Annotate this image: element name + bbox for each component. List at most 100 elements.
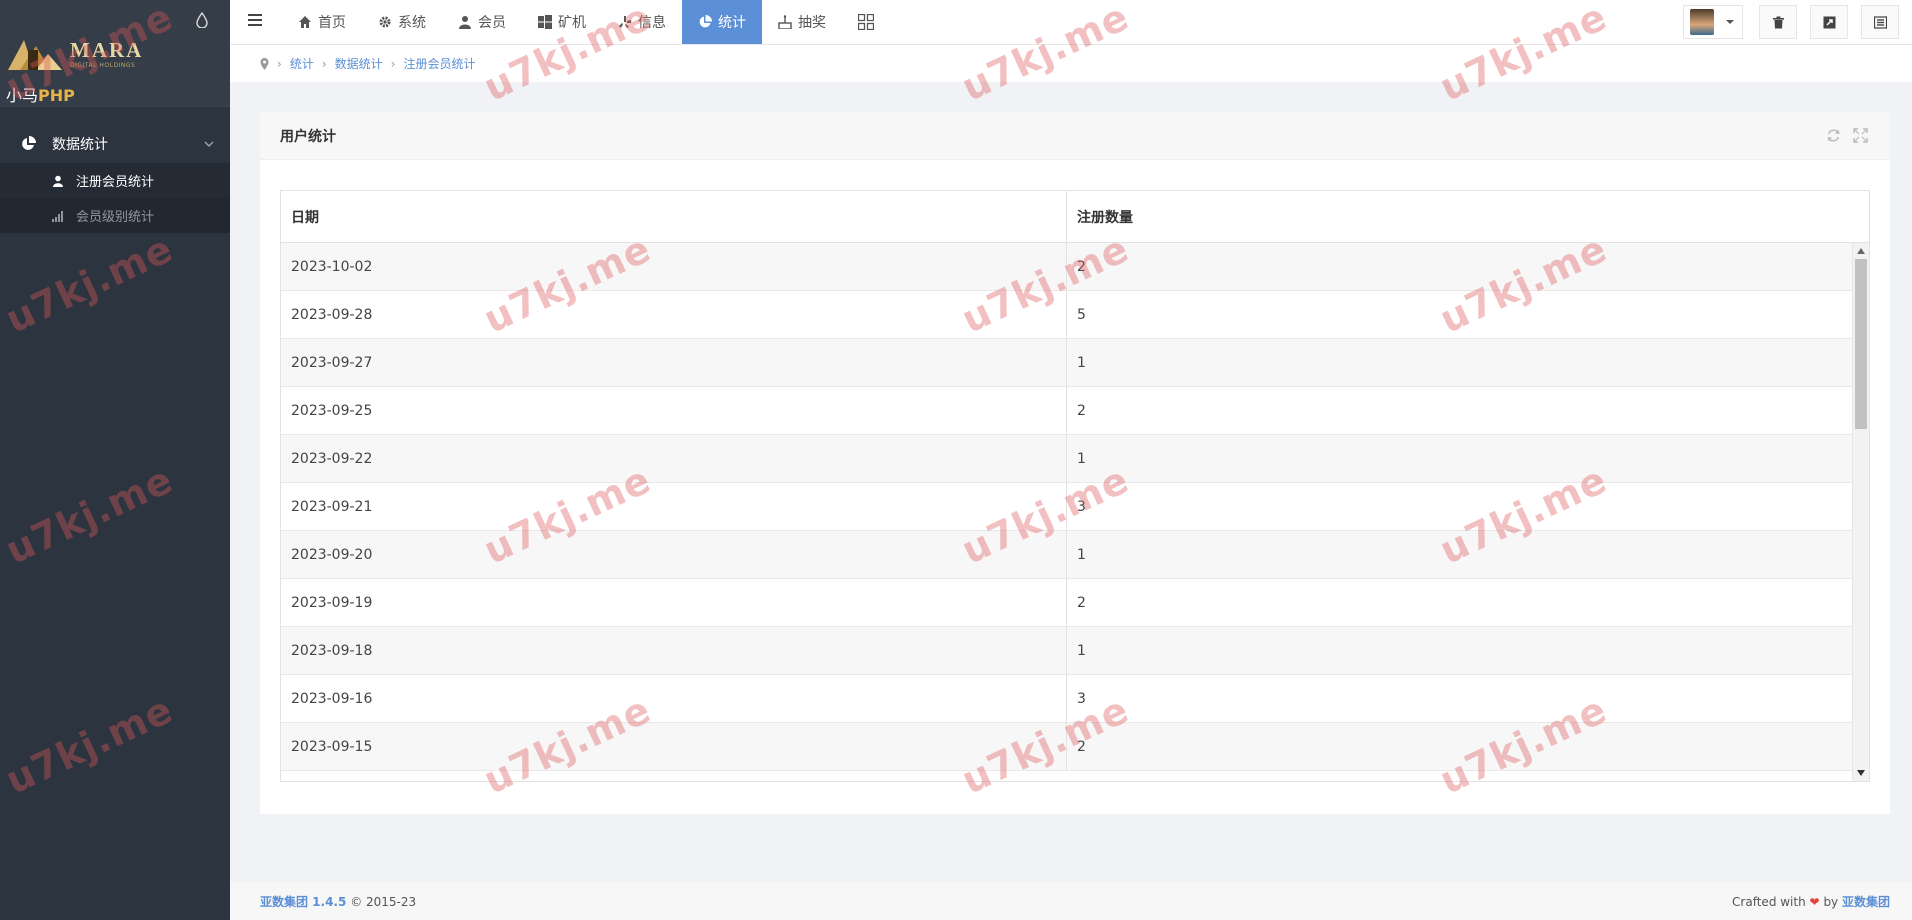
signal-bars-icon <box>52 210 63 222</box>
cell-date: 2023-09-28 <box>281 291 1067 338</box>
cell-date: 2023-09-16 <box>281 675 1067 722</box>
tab-label: 首页 <box>318 15 346 31</box>
sidebar-item-register-stats[interactable]: 注册会员统计 <box>0 163 230 198</box>
column-header-count[interactable]: 注册数量 <box>1067 191 1852 242</box>
user-icon <box>459 16 471 29</box>
scroll-down-icon[interactable] <box>1857 770 1865 776</box>
footer: 亚数集团 1.4.5 © 2015-23 Crafted with ❤ by 亚… <box>230 882 1912 920</box>
chevron-down-icon <box>204 141 214 147</box>
breadcrumb-item[interactable]: 统计 <box>290 55 314 72</box>
logo-subtitle: DIGITAL HOLDINGS <box>70 62 136 69</box>
stats-table: 日期 注册数量 2023-10-02 2 2023-09-28 5 2023-09-27… <box>280 190 1870 782</box>
cell-count: 2 <box>1077 402 1086 419</box>
windows-icon <box>538 15 552 29</box>
tab-member[interactable]: 会员 <box>442 0 522 44</box>
sidebar-header: MARA DIGITAL HOLDINGS 小马PHP <box>0 0 230 107</box>
tab-label: 信息 <box>638 15 666 31</box>
fullscreen-icon[interactable] <box>1853 128 1868 143</box>
home-icon <box>299 16 311 28</box>
panel-title: 用户统计 <box>280 128 336 145</box>
scroll-thumb[interactable] <box>1855 259 1867 429</box>
cell-date: 2023-09-20 <box>281 531 1067 578</box>
user-icon <box>53 175 63 187</box>
breadcrumb-separator: › <box>321 56 327 71</box>
topbar: 首页 系统 会员 矿机 信息 统计 抽奖 <box>230 0 1912 45</box>
scroll-up-icon[interactable] <box>1857 248 1865 254</box>
tab-info[interactable]: 信息 <box>602 0 682 44</box>
caret-down-icon <box>1726 20 1734 24</box>
breadcrumb-item[interactable]: 数据统计 <box>335 55 383 72</box>
table-row: 2023-09-19 2 <box>281 579 1869 627</box>
footer-left: 亚数集团 1.4.5 © 2015-23 <box>260 893 416 910</box>
logo-text: MARA <box>70 38 144 62</box>
sidebar-item-label: 会员级别统计 <box>76 210 155 225</box>
table-body[interactable]: 2023-10-02 2 2023-09-28 5 2023-09-27 1 2023-09… <box>281 243 1869 781</box>
sidebar-nav: 数据统计 注册会员统计 会员级别统计 <box>0 125 230 233</box>
menu-toggle-icon[interactable] <box>248 14 262 26</box>
cell-count: 3 <box>1077 498 1086 515</box>
table-row: 2023-09-27 1 <box>281 339 1869 387</box>
cell-date: 2023-10-02 <box>281 243 1067 290</box>
pie-chart-icon <box>699 15 712 28</box>
heart-icon: ❤ <box>1809 894 1820 909</box>
cell-count: 2 <box>1077 594 1086 611</box>
table-row: 2023-09-25 2 <box>281 387 1869 435</box>
table-row: 2023-09-21 3 <box>281 483 1869 531</box>
tab-label: 统计 <box>718 15 746 31</box>
pie-chart-icon <box>22 136 36 150</box>
trash-icon <box>1772 16 1784 28</box>
cell-count: 2 <box>1077 738 1086 755</box>
theme-drop-icon[interactable] <box>196 12 208 28</box>
tab-lottery[interactable]: 抽奖 <box>762 0 842 44</box>
mara-logo-icon <box>8 40 62 70</box>
tab-stats[interactable]: 统计 <box>682 0 762 44</box>
footer-copyright: © 2015-23 <box>350 894 417 909</box>
tab-label: 矿机 <box>558 15 586 31</box>
cell-date: 2023-09-15 <box>281 723 1067 770</box>
cell-count: 1 <box>1077 642 1086 659</box>
table-rows: 2023-10-02 2 2023-09-28 5 2023-09-27 1 2023-09… <box>281 243 1869 771</box>
clear-cache-button[interactable] <box>1759 5 1797 39</box>
user-stats-panel: 用户统计 日期 注册数量 2023-10-02 2 2023-09-28 5 2023-… <box>260 112 1890 814</box>
breadcrumb-separator: › <box>390 56 396 71</box>
cell-date: 2023-09-19 <box>281 579 1067 626</box>
table-row: 2023-09-18 1 <box>281 627 1869 675</box>
refresh-icon[interactable] <box>1826 128 1841 143</box>
cell-date: 2023-09-27 <box>281 339 1067 386</box>
breadcrumb-item-current[interactable]: 注册会员统计 <box>403 55 475 72</box>
sidebar-item-data-stats[interactable]: 数据统计 <box>0 125 230 163</box>
cell-date: 2023-09-18 <box>281 627 1067 674</box>
cell-date: 2023-09-22 <box>281 435 1067 482</box>
table-row: 2023-10-02 2 <box>281 243 1869 291</box>
table-row: 2023-09-22 1 <box>281 435 1869 483</box>
user-menu[interactable] <box>1683 5 1743 39</box>
php-logo-suffix: PHP <box>38 86 75 105</box>
table-row: 2023-09-16 3 <box>281 675 1869 723</box>
tab-home[interactable]: 首页 <box>282 0 362 44</box>
sidebar-item-level-stats[interactable]: 会员级别统计 <box>0 198 230 233</box>
brand-logo[interactable]: MARA DIGITAL HOLDINGS <box>6 34 156 74</box>
table-row: 2023-09-20 1 <box>281 531 1869 579</box>
cell-count: 1 <box>1077 354 1086 371</box>
footer-brand-link[interactable]: 亚数集团 1.4.5 <box>260 895 346 909</box>
yelp-icon <box>619 16 631 28</box>
open-frontend-button[interactable] <box>1810 5 1848 39</box>
cell-count: 1 <box>1077 546 1086 563</box>
column-header-date[interactable]: 日期 <box>281 191 1067 242</box>
sidebar: MARA DIGITAL HOLDINGS 小马PHP 数据统计 注册会员统计 … <box>0 0 230 920</box>
avatar <box>1690 9 1714 35</box>
location-pin-icon <box>260 57 269 70</box>
tab-system[interactable]: 系统 <box>362 0 442 44</box>
sidebar-item-label: 注册会员统计 <box>76 175 155 190</box>
table-header: 日期 注册数量 <box>281 191 1869 243</box>
top-nav: 首页 系统 会员 矿机 信息 统计 抽奖 <box>282 0 890 44</box>
table-row: 2023-09-28 5 <box>281 291 1869 339</box>
apps-grid-icon[interactable] <box>858 14 874 30</box>
cell-count: 2 <box>1077 258 1086 275</box>
footer-author-link[interactable]: 亚数集团 <box>1842 895 1890 909</box>
panel-tools <box>1814 128 1868 143</box>
cell-count: 3 <box>1077 690 1086 707</box>
settings-panel-button[interactable] <box>1861 5 1899 39</box>
table-scrollbar[interactable] <box>1852 243 1869 781</box>
tab-miner[interactable]: 矿机 <box>522 0 602 44</box>
